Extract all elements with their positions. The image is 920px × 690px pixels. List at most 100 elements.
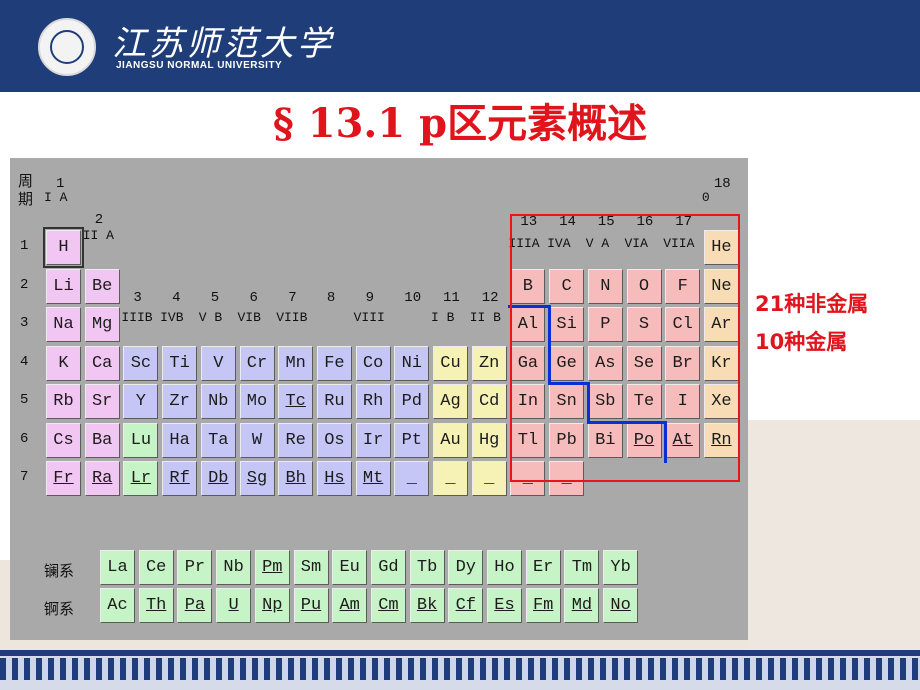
period-number: 2	[20, 276, 29, 293]
group-name: VIII	[353, 310, 385, 325]
background-building-image	[748, 420, 920, 650]
group-number: 6	[249, 290, 258, 306]
element-cell: _	[433, 461, 468, 496]
element-cell: Mn	[278, 345, 314, 381]
lanthanide-cell: Nb	[216, 550, 252, 585]
element-cell: W	[239, 422, 275, 458]
element-cell: Co	[355, 345, 391, 381]
group-name: I B	[431, 310, 455, 325]
p-block-highlight-box	[510, 214, 740, 482]
period-header: 周期	[18, 172, 34, 208]
nonmetal-count-note: 21种非金属	[755, 292, 869, 316]
actinide-cell: Np	[254, 588, 290, 623]
header-bar: 江苏师范大学 JIANGSU NORMAL UNIVERSITY	[0, 0, 920, 92]
element-cell: Pt	[394, 422, 430, 458]
lanthanide-cell: Gd	[370, 550, 406, 585]
actinide-cell: Md	[564, 588, 600, 623]
group-name: IIIB	[121, 310, 153, 325]
group-number: 9	[365, 290, 374, 306]
lanthanide-label: 镧系	[44, 562, 75, 580]
element-cell: Au	[433, 422, 468, 458]
group-name: V B	[198, 310, 223, 325]
element-cell: Zn	[471, 345, 507, 381]
group-name: I A	[44, 190, 68, 205]
element-cell: H	[43, 227, 84, 268]
element-cell: V	[200, 345, 236, 381]
element-cell: Mg	[84, 307, 120, 342]
lanthanide-cell: Ce	[138, 550, 174, 585]
element-cell: Rb	[46, 384, 81, 419]
period-number: 1	[20, 238, 29, 254]
group-number: 7	[288, 290, 297, 306]
element-cell: Cr	[239, 345, 275, 381]
metal-count-note: 10种金属	[755, 330, 848, 354]
group-number: 10	[404, 290, 422, 306]
group-number: 12	[481, 290, 499, 306]
group-name: VIB	[237, 310, 261, 325]
group-name: II B	[469, 310, 501, 325]
element-cell: Mt	[355, 461, 391, 496]
element-cell: Li	[46, 268, 81, 304]
element-cell: Ir	[355, 422, 391, 458]
element-cell: Sr	[84, 384, 120, 419]
actinide-cell: Fm	[525, 588, 561, 623]
school-name-en: JIANGSU NORMAL UNIVERSITY	[116, 60, 283, 71]
element-cell: Ni	[394, 345, 430, 381]
lanthanide-cell: Er	[525, 550, 561, 585]
element-cell: Cu	[433, 345, 468, 381]
element-cell: Db	[200, 461, 236, 496]
element-cell: Pd	[394, 384, 430, 419]
element-cell: Lr	[123, 461, 159, 496]
element-cell: Tc	[278, 384, 314, 419]
group-name: II A	[82, 228, 114, 243]
lanthanide-cell: Dy	[448, 550, 484, 585]
actinide-cell: Ac	[100, 588, 135, 623]
actinide-cell: No	[603, 588, 639, 623]
actinide-cell: Pa	[177, 588, 213, 623]
actinide-label: 锕系	[44, 600, 75, 618]
lanthanide-cell: Tb	[409, 550, 445, 585]
school-name-cn: 江苏师范大学	[112, 24, 334, 64]
actinide-cell: Cm	[370, 588, 406, 623]
element-cell: Os	[316, 422, 352, 458]
element-cell: Fr	[46, 461, 81, 496]
element-cell: Ra	[84, 461, 120, 496]
element-cell: Ha	[162, 422, 198, 458]
element-cell: Ru	[316, 384, 352, 419]
period-number: 6	[20, 430, 29, 447]
lanthanide-cell: Sm	[293, 550, 329, 585]
university-seal-icon	[38, 18, 96, 76]
lanthanide-cell: La	[100, 550, 135, 585]
element-cell: Cs	[46, 422, 81, 458]
element-cell: _	[394, 461, 430, 496]
group-number: 11	[443, 290, 460, 306]
element-cell: Hg	[471, 422, 507, 458]
group-name: IVB	[160, 310, 184, 325]
element-cell: Na	[46, 307, 81, 342]
actinide-cell: U	[216, 588, 252, 623]
lanthanide-cell: Ho	[487, 550, 522, 585]
element-cell: K	[46, 345, 81, 381]
lanthanide-cell: Eu	[332, 550, 368, 585]
group-number: 5	[210, 290, 220, 306]
element-cell: _	[471, 461, 507, 496]
element-cell: Cd	[471, 384, 507, 419]
element-cell: Be	[84, 268, 120, 304]
group-name: 0	[701, 190, 710, 205]
element-cell: Ag	[433, 384, 468, 419]
actinide-cell: Th	[138, 588, 174, 623]
element-cell: Fe	[316, 345, 352, 381]
element-cell: Sg	[239, 461, 275, 496]
element-cell: Nb	[200, 384, 236, 419]
actinide-cell: Es	[487, 588, 522, 623]
group-number: 18	[713, 176, 731, 192]
element-cell: Ti	[162, 345, 198, 381]
element-cell: Hs	[316, 461, 352, 496]
element-cell: Ba	[84, 422, 120, 458]
period-number: 4	[20, 353, 29, 370]
element-cell: Y	[123, 384, 159, 419]
lanthanide-cell: Yb	[603, 550, 639, 585]
element-cell: Lu	[123, 422, 159, 458]
group-name: VIIB	[276, 310, 308, 325]
element-cell: Sc	[123, 345, 159, 381]
